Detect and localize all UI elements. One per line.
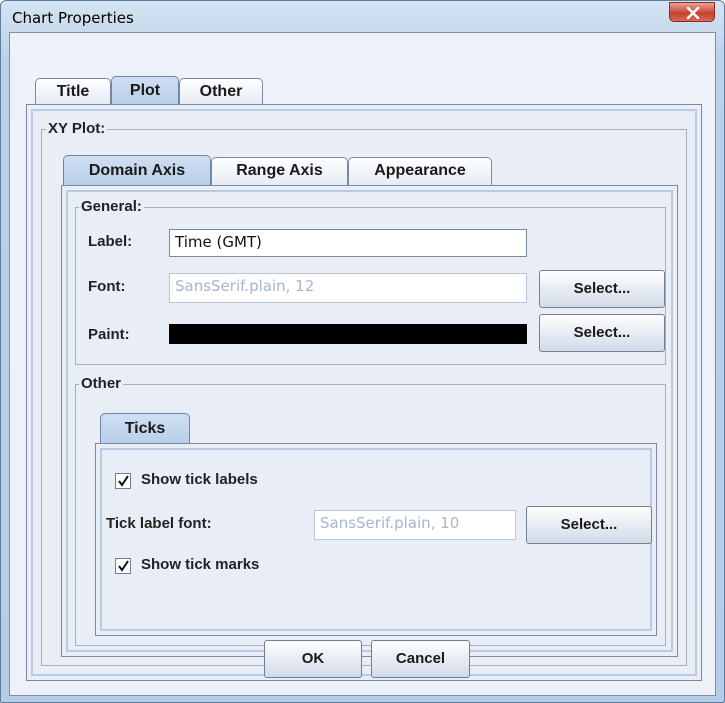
show-tick-labels-checkbox[interactable] xyxy=(115,473,131,489)
chart-properties-window: Chart Properties Title Plot Other XY Plo… xyxy=(0,0,725,703)
font-field: SansSerif.plain, 12 xyxy=(169,273,527,303)
label-label: Label: xyxy=(88,233,133,250)
tab-other[interactable]: Other xyxy=(179,78,263,104)
close-button[interactable] xyxy=(669,2,715,22)
paint-select-button[interactable]: Select... xyxy=(539,314,665,352)
plot-tab-panel: XY Plot: Domain Axis Range Axis Appearan… xyxy=(26,104,702,681)
tab-range-axis[interactable]: Range Axis xyxy=(211,157,348,185)
cancel-button[interactable]: Cancel xyxy=(371,640,470,678)
title-bar[interactable]: Chart Properties xyxy=(1,1,724,35)
tick-font-select-button[interactable]: Select... xyxy=(526,506,652,544)
tab-title[interactable]: Title xyxy=(35,78,111,104)
check-icon xyxy=(118,475,129,487)
tab-ticks[interactable]: Ticks xyxy=(100,413,190,443)
xy-plot-legend: XY Plot: xyxy=(46,120,108,137)
show-tick-marks-checkbox[interactable] xyxy=(115,558,131,574)
ok-button[interactable]: OK xyxy=(264,640,362,678)
tick-label-font-field: SansSerif.plain, 10 xyxy=(314,510,516,540)
window-title: Chart Properties xyxy=(12,9,134,27)
tab-plot[interactable]: Plot xyxy=(111,76,179,104)
general-legend: General: xyxy=(79,198,144,215)
check-icon xyxy=(118,560,129,572)
other-legend: Other xyxy=(79,375,124,392)
dialog-content: Title Plot Other XY Plot: Domain Axis Ra… xyxy=(9,32,716,696)
paint-swatch[interactable] xyxy=(169,324,527,344)
show-tick-marks-label[interactable]: Show tick marks xyxy=(141,556,259,573)
close-icon xyxy=(686,7,700,19)
show-tick-labels-label[interactable]: Show tick labels xyxy=(141,471,258,488)
paint-label: Paint: xyxy=(88,326,130,343)
label-input[interactable]: Time (GMT) xyxy=(169,229,527,257)
tab-appearance[interactable]: Appearance xyxy=(348,157,492,185)
font-select-button[interactable]: Select... xyxy=(539,270,665,308)
font-label: Font: xyxy=(88,278,126,295)
tab-domain-axis[interactable]: Domain Axis xyxy=(63,155,211,185)
tick-label-font-label: Tick label font: xyxy=(106,515,212,532)
domain-axis-panel: General: Label: Time (GMT) Font: SansSer… xyxy=(61,185,678,657)
ticks-panel: Show tick labels Tick label font: SansSe… xyxy=(95,443,657,636)
